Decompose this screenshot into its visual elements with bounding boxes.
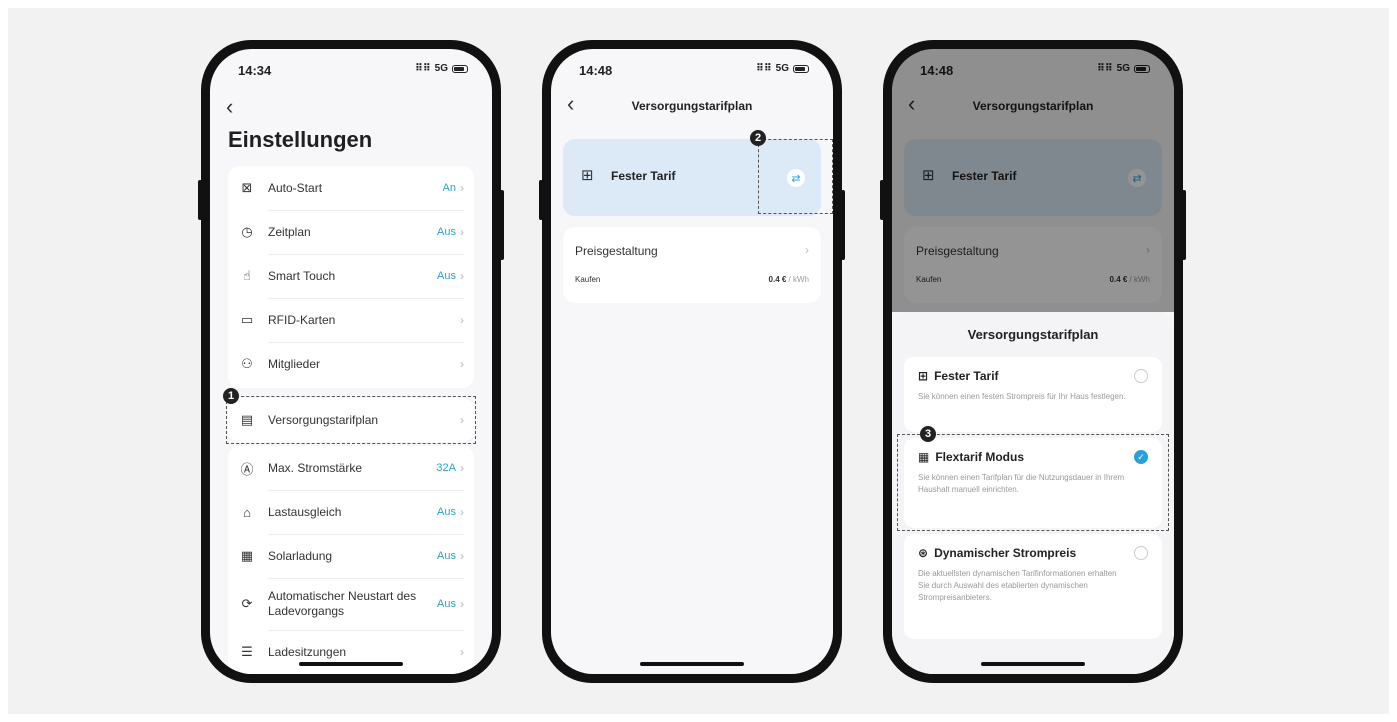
highlight-box	[226, 396, 476, 444]
fixed-tariff-icon: ⊞	[918, 369, 929, 383]
status-time: 14:34	[238, 63, 272, 78]
pricing-card[interactable]: Preisgestaltung › Kaufen 0.4 € / kWh	[563, 227, 821, 303]
modal-backdrop[interactable]	[892, 49, 1174, 312]
status-bar: 14:34 ⠿⠿ 5G	[238, 63, 468, 79]
settings-row-rfid[interactable]: ▭ RFID-Karten ›	[228, 298, 474, 342]
status-bar: 14:48 ⠿⠿ 5G	[579, 63, 809, 79]
status-time: 14:48	[579, 63, 613, 78]
battery-icon	[452, 64, 468, 73]
step-badge: 1	[223, 388, 239, 404]
radio-button[interactable]	[1134, 369, 1148, 383]
auto-start-icon: ⊠	[241, 180, 253, 195]
option-fixed-tariff[interactable]: ⊞ Fester Tarif Sie können einen festen St…	[904, 357, 1162, 432]
tariff-icon: ⊞	[581, 167, 594, 184]
settings-row-auto-start[interactable]: ⊠ Auto-Start An ›	[228, 166, 474, 210]
phone-tariff-selection: 14:48 ⠿⠿ 5G ‹ Versorgungstarifplan ⊞ Fest…	[880, 40, 1186, 683]
house-icon: ⌂	[243, 504, 251, 520]
chevron-right-icon: ›	[460, 505, 464, 519]
touch-icon: ☝	[243, 268, 251, 283]
clock-icon: ◷	[241, 224, 253, 239]
highlight-box	[897, 434, 1169, 531]
radio-button[interactable]	[1134, 546, 1148, 560]
chevron-right-icon: ›	[460, 461, 464, 475]
screen: 14:48 ⠿⠿ 5G ‹ Versorgungstarifplan ⊞ Fest…	[551, 49, 833, 674]
network-label: 5G	[434, 63, 448, 74]
tariff-name: Fester Tarif	[611, 169, 676, 183]
settings-row-max-current[interactable]: Ⓐ Max. Stromstärke 32A ›	[228, 446, 474, 490]
settings-row-schedule[interactable]: ◷ Zeitplan Aus ›	[228, 210, 474, 254]
chevron-right-icon: ›	[805, 243, 809, 257]
battery-icon	[793, 64, 809, 73]
sheet-title: Versorgungstarifplan	[967, 327, 1099, 342]
ampere-icon: Ⓐ	[240, 461, 254, 477]
step-badge: 2	[750, 130, 766, 146]
chevron-right-icon: ›	[460, 181, 464, 195]
buy-label: Kaufen	[575, 275, 601, 284]
chevron-right-icon: ›	[460, 269, 464, 283]
home-indicator	[640, 662, 744, 666]
card-icon: ▭	[240, 312, 254, 327]
chevron-right-icon: ›	[460, 357, 464, 371]
screen: 14:34 ⠿⠿ 5G ‹ Einstellungen ⊠ Auto-Start …	[210, 49, 492, 674]
settings-row-solar[interactable]: ▦ Solarladung Aus ›	[228, 534, 474, 578]
chevron-right-icon: ›	[460, 597, 464, 611]
home-indicator	[299, 662, 403, 666]
home-indicator	[981, 662, 1085, 666]
settings-row-smart-touch[interactable]: ☝ Smart Touch Aus ›	[228, 254, 474, 298]
page-title: Einstellungen	[228, 127, 373, 152]
phone-settings: 14:34 ⠿⠿ 5G ‹ Einstellungen ⊠ Auto-Start …	[198, 40, 504, 683]
chevron-right-icon: ›	[460, 225, 464, 239]
screen: 14:48 ⠿⠿ 5G ‹ Versorgungstarifplan ⊞ Fest…	[892, 49, 1174, 674]
phone-tariff-plan: 14:48 ⠿⠿ 5G ‹ Versorgungstarifplan ⊞ Fest…	[539, 40, 845, 683]
settings-row-members[interactable]: ⚇ Mitglieder ›	[228, 342, 474, 386]
signal-icon: ⠿⠿	[415, 63, 431, 74]
settings-row-load-balancing[interactable]: ⌂ Lastausgleich Aus ›	[228, 490, 474, 534]
step-badge: 3	[920, 426, 936, 442]
network-label: 5G	[775, 63, 789, 74]
tariff-bottom-sheet: Versorgungstarifplan ⊞ Fester Tarif Sie k…	[892, 312, 1174, 674]
settings-card-top: ⊠ Auto-Start An › ◷ Zeitplan Aus › ☝ Smart…	[228, 166, 474, 388]
highlight-box	[758, 139, 833, 214]
members-icon: ⚇	[241, 356, 253, 371]
price-value: 0.4 € / kWh	[768, 275, 809, 284]
settings-row-sessions[interactable]: ☰ Ladesitzungen ›	[228, 630, 474, 674]
back-button[interactable]: ‹	[226, 96, 233, 118]
chevron-right-icon: ›	[460, 645, 464, 659]
solar-icon: ▦	[240, 548, 254, 563]
chevron-right-icon: ›	[460, 313, 464, 327]
signal-icon: ⠿⠿	[756, 63, 772, 74]
option-dynamic-price[interactable]: ⊛ Dynamischer Strompreis Die aktuellsten …	[904, 534, 1162, 639]
settings-card-bottom: Ⓐ Max. Stromstärke 32A › ⌂ Lastausgleich …	[228, 446, 474, 674]
pricing-label: Preisgestaltung	[575, 244, 658, 258]
chevron-right-icon: ›	[460, 549, 464, 563]
nav-title: Versorgungstarifplan	[631, 99, 753, 113]
list-icon: ☰	[241, 644, 253, 659]
settings-row-auto-restart[interactable]: ⟳ Automatischer Neustart des Ladevorgang…	[228, 578, 474, 630]
restart-icon: ⟳	[241, 596, 253, 611]
dynamic-price-icon: ⊛	[918, 546, 929, 560]
